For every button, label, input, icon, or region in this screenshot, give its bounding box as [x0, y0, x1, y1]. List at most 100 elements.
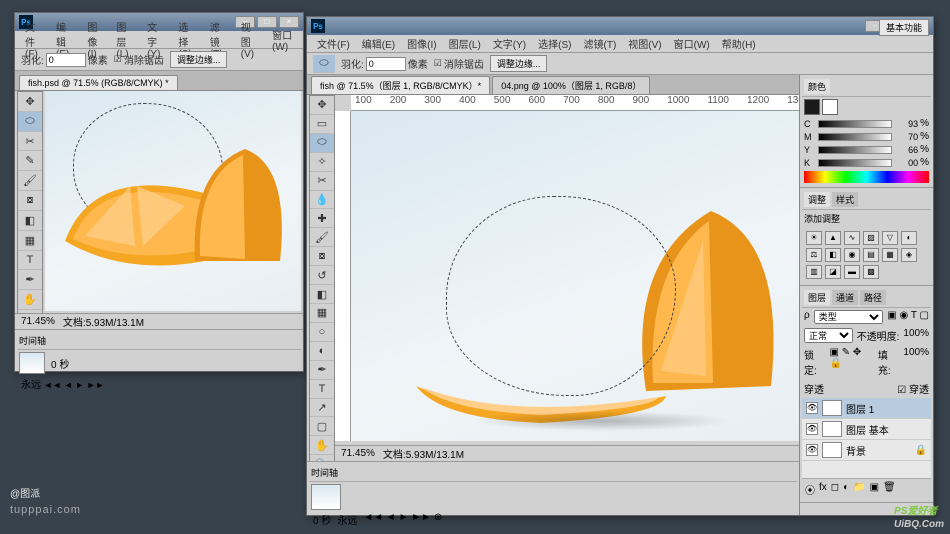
menu-edit[interactable]: 编辑(E): [358, 34, 399, 53]
visibility-icon[interactable]: 👁: [806, 444, 818, 456]
new-layer-icon[interactable]: ▣: [870, 482, 879, 497]
menu-layer[interactable]: 图层(L): [445, 34, 485, 53]
feather-input[interactable]: [46, 53, 86, 67]
layer-thumb[interactable]: [822, 421, 842, 437]
menu-image[interactable]: 图像(I): [403, 34, 440, 53]
doc-tab-2[interactable]: 04.png @ 100%（图层 1, RGB/8）: [492, 76, 650, 94]
layers-tab[interactable]: 图层: [804, 290, 830, 305]
vibrance-icon[interactable]: ▽: [882, 231, 898, 245]
lock-icons[interactable]: ▣ ✎ ✥ 🔒: [830, 347, 874, 377]
menu-view[interactable]: 视图(V): [237, 17, 264, 62]
text-tool[interactable]: T: [310, 380, 334, 399]
clone-tool[interactable]: ⧇: [310, 247, 334, 266]
ruler-vertical[interactable]: [335, 111, 351, 441]
text-tool[interactable]: T: [18, 251, 42, 271]
gradient-tool[interactable]: ▦: [310, 304, 334, 323]
menu-file[interactable]: 文件(F): [313, 34, 354, 53]
menu-type[interactable]: 文字(Y): [489, 34, 530, 53]
zoom-display[interactable]: 71.45%: [341, 448, 375, 459]
opacity-value[interactable]: 100%: [903, 328, 929, 343]
balance-icon[interactable]: ⚖: [806, 248, 822, 262]
mixer-icon[interactable]: ▤: [863, 248, 879, 262]
eraser-tool[interactable]: ◧: [18, 211, 42, 231]
layer-name[interactable]: 图层 基本: [846, 422, 889, 437]
y-slider[interactable]: [818, 146, 892, 154]
link-layers-icon[interactable]: ⦿: [805, 482, 815, 497]
layer-name[interactable]: 背景: [846, 443, 866, 458]
marquee-tool[interactable]: ▭: [310, 115, 334, 134]
layer-row[interactable]: 👁 背景 🔒: [802, 440, 931, 461]
blur-tool[interactable]: ○: [310, 323, 334, 342]
move-tool[interactable]: ✥: [310, 96, 334, 115]
move-tool[interactable]: ✥: [18, 92, 42, 112]
heal-tool[interactable]: ✚: [310, 209, 334, 228]
lookup-icon[interactable]: ▦: [882, 248, 898, 262]
eyedropper-tool[interactable]: ✎: [18, 151, 42, 171]
hand-tool[interactable]: ✋: [18, 290, 42, 310]
exposure-icon[interactable]: ▨: [863, 231, 879, 245]
doc-tab-1[interactable]: fish @ 71.5%（图层 1, RGB/8/CMYK）*: [311, 76, 490, 94]
dodge-tool[interactable]: ◐: [310, 342, 334, 361]
visibility-icon[interactable]: 👁: [806, 423, 818, 435]
zoom-display[interactable]: 71.45%: [21, 316, 55, 327]
curves-icon[interactable]: ∿: [844, 231, 860, 245]
current-tool-icon[interactable]: ⬭: [313, 55, 335, 73]
adjustment-layer-icon[interactable]: ◐: [843, 482, 849, 497]
menu-select[interactable]: 选择(S): [534, 34, 575, 53]
path-tool[interactable]: ↗: [310, 399, 334, 418]
brightness-icon[interactable]: ☀: [806, 231, 822, 245]
spectrum-bar[interactable]: [804, 171, 929, 183]
posterize-icon[interactable]: ▥: [806, 265, 822, 279]
refine-edge-button[interactable]: 调整边缘...: [170, 51, 228, 68]
visibility-icon[interactable]: 👁: [806, 402, 818, 414]
menu-filter[interactable]: 滤镜(T): [580, 34, 621, 53]
antialias-check[interactable]: ☑消除锯齿: [434, 56, 484, 71]
hue-icon[interactable]: ◐: [901, 231, 917, 245]
selective-icon[interactable]: ▩: [863, 265, 879, 279]
bw-icon[interactable]: ◧: [825, 248, 841, 262]
doc-tab[interactable]: fish.psd @ 71.5% (RGB/8/CMYK) *: [19, 75, 178, 90]
refine-edge-button[interactable]: 调整边缘...: [490, 55, 548, 72]
m-slider[interactable]: [818, 133, 892, 141]
canvas[interactable]: [45, 91, 301, 311]
antialias-check[interactable]: ☑消除锯齿: [114, 52, 164, 67]
channels-tab[interactable]: 通道: [832, 290, 858, 305]
frame-thumb[interactable]: [311, 484, 341, 510]
frame-thumb[interactable]: [19, 352, 45, 374]
photo-filter-icon[interactable]: ◉: [844, 248, 860, 262]
layer-row[interactable]: 👁 图层 1: [802, 398, 931, 419]
layer-thumb[interactable]: [822, 442, 842, 458]
eyedropper-tool[interactable]: 💧: [310, 191, 334, 210]
layer-name[interactable]: 图层 1: [846, 401, 874, 416]
wand-tool[interactable]: ✧: [310, 153, 334, 172]
shape-tool[interactable]: ▢: [310, 417, 334, 436]
gradient-tool[interactable]: ▦: [18, 231, 42, 251]
brush-tool[interactable]: 🖌: [18, 171, 42, 191]
k-slider[interactable]: [818, 159, 892, 167]
canvas[interactable]: [351, 111, 799, 441]
group-icon[interactable]: 📁: [853, 482, 865, 497]
loop-forever[interactable]: 永远: [337, 512, 357, 527]
loop-forever[interactable]: 永远: [21, 380, 41, 391]
brush-tool[interactable]: 🖌: [310, 228, 334, 247]
feather-input[interactable]: [366, 57, 406, 71]
color-tab[interactable]: 颜色: [804, 79, 830, 94]
paths-tab[interactable]: 路径: [860, 290, 886, 305]
menu-window[interactable]: 窗口(W): [268, 25, 297, 55]
lasso-tool[interactable]: ⬭: [18, 112, 42, 132]
kind-select[interactable]: 类型: [814, 310, 884, 324]
styles-tab[interactable]: 样式: [832, 192, 858, 207]
workspace-selector[interactable]: 基本功能: [879, 19, 929, 36]
fx-icon[interactable]: fx: [819, 482, 827, 497]
crop-tool[interactable]: ✂: [18, 132, 42, 152]
clone-tool[interactable]: ⧇: [18, 191, 42, 211]
menu-view[interactable]: 视图(V): [624, 34, 665, 53]
background-swatch[interactable]: [822, 99, 838, 115]
mask-icon[interactable]: ◻: [831, 482, 839, 497]
invert-icon[interactable]: ◈: [901, 248, 917, 262]
adjust-tab[interactable]: 调整: [804, 192, 830, 207]
pen-tool[interactable]: ✒: [310, 361, 334, 380]
fill-value[interactable]: 100%: [903, 347, 929, 377]
levels-icon[interactable]: ▲: [825, 231, 841, 245]
hand-tool[interactable]: ✋: [310, 436, 334, 455]
